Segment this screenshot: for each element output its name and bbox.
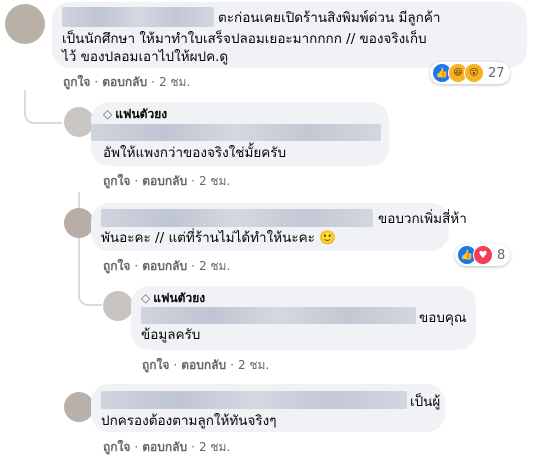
comment-text: ปกครองต้องตามลูกให้ทันจริงๆ — [101, 413, 277, 429]
reply-button[interactable]: ตอบกลับ — [102, 74, 147, 90]
love-icon: ♥ — [473, 245, 493, 265]
reaction-summary[interactable]: 👍 ♥ 8 — [455, 244, 511, 266]
avatar[interactable] — [5, 4, 45, 44]
reaction-count: 8 — [497, 247, 506, 263]
comment-text: ขอบคุณ — [419, 310, 467, 326]
like-button[interactable]: ถูกใจ — [103, 439, 130, 455]
avatar[interactable] — [103, 291, 133, 321]
avatar[interactable] — [64, 107, 94, 137]
comment-text: อัพให้แพงกว่าของจริงใช่มั้ยครับ — [103, 145, 287, 161]
timestamp[interactable]: 2 ชม. — [199, 173, 230, 189]
like-button[interactable]: ถูกใจ — [63, 74, 90, 90]
like-button[interactable]: ถูกใจ — [103, 173, 130, 189]
comment-actions: ถูกใจ · ตอบกลับ · 2 ชม. — [103, 439, 231, 455]
timestamp[interactable]: 2 ชม. — [159, 74, 190, 90]
comment-text: เป็นนักศึกษา ให้มาทำใบเสร็จปลอมเยอะมากกก… — [62, 31, 427, 47]
blurred-username — [141, 307, 416, 324]
comment-text: เป็นผู้ — [410, 394, 441, 410]
timestamp[interactable]: 2 ชม. — [199, 439, 230, 455]
timestamp[interactable]: 2 ชม. — [199, 258, 230, 274]
avatar[interactable] — [64, 392, 94, 422]
comment-actions: ถูกใจ · ตอบกลับ · 2 ชม. — [103, 258, 231, 274]
thread-connector — [24, 90, 62, 124]
comment-text: พันอะคะ // แต่ที่ร้านไม่ได้ทำให้นะคะ 🙂 — [101, 230, 336, 246]
reply-button[interactable]: ตอบกลับ — [181, 357, 226, 373]
reaction-summary[interactable]: 👍 😆 😮 27 — [430, 62, 510, 84]
wow-icon: 😮 — [464, 63, 484, 83]
page-label[interactable]: ◇ แฟนตัวยง — [141, 290, 205, 306]
reaction-count: 27 — [488, 65, 505, 81]
avatar[interactable] — [64, 208, 94, 238]
blurred-username — [101, 391, 407, 409]
reply-button[interactable]: ตอบกลับ — [142, 258, 187, 274]
diamond-icon: ◇ — [141, 291, 151, 305]
blurred-username — [101, 209, 373, 227]
like-button[interactable]: ถูกใจ — [142, 357, 169, 373]
reply-button[interactable]: ตอบกลับ — [142, 439, 187, 455]
like-button[interactable]: ถูกใจ — [103, 258, 130, 274]
blurred-username — [62, 7, 214, 27]
blurred-username — [91, 124, 381, 141]
comment-actions: ถูกใจ · ตอบกลับ · 2 ชม. — [103, 173, 231, 189]
diamond-icon: ◇ — [103, 107, 113, 121]
reply-button[interactable]: ตอบกลับ — [142, 173, 187, 189]
page-label[interactable]: ◇ แฟนตัวยง — [103, 106, 167, 122]
comment-text: ไว้ ของปลอมเอาไปให้ผปค.ดู — [62, 49, 229, 65]
comment-actions: ถูกใจ · ตอบกลับ · 2 ชม. — [142, 357, 270, 373]
comment-text: ข้อมูลครับ — [141, 327, 201, 343]
comment-actions: ถูกใจ · ตอบกลับ · 2 ชม. — [63, 74, 191, 90]
comment-text: ขอบวกเพิ่มสี่ห้า — [378, 211, 467, 227]
comment-text: ตะก่อนเคยเปิดร้านสิงพิมพ์ด่วน มีลูกค้า — [218, 10, 441, 26]
timestamp[interactable]: 2 ชม. — [238, 357, 269, 373]
